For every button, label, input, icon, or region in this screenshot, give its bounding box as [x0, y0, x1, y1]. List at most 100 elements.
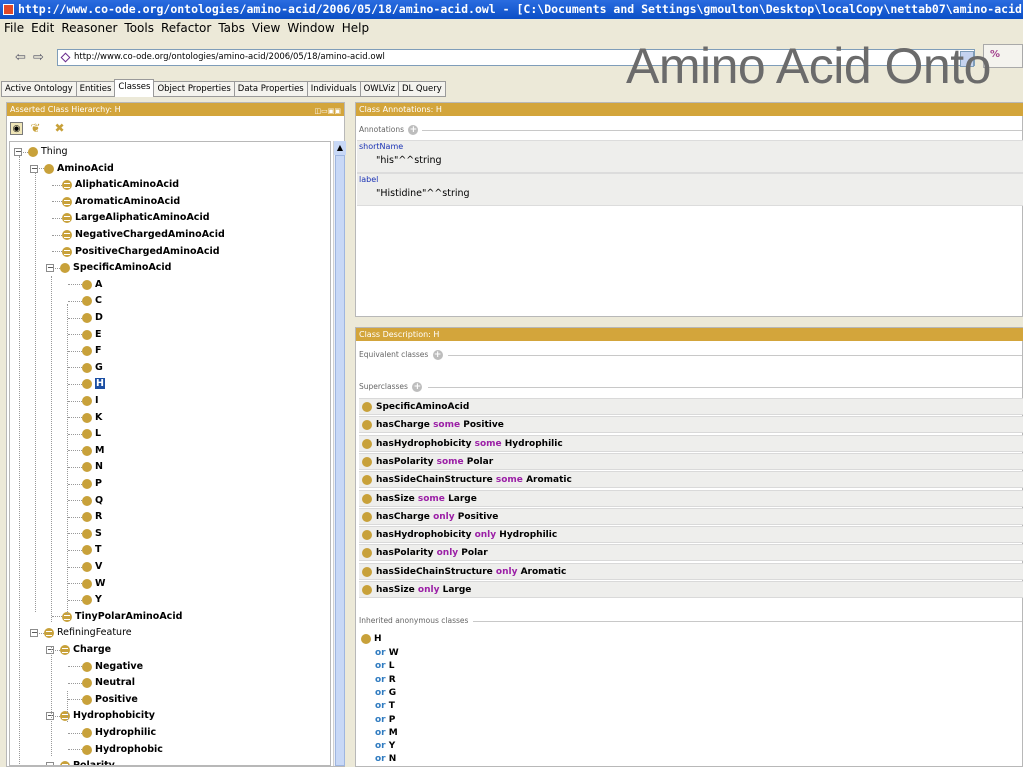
collapse-toggle-icon[interactable]: − — [46, 712, 54, 721]
or-keyword: or — [375, 648, 386, 658]
tree-guide-line — [35, 172, 36, 612]
forward-arrow-icon[interactable]: ⇨ — [33, 50, 44, 65]
tree-node-A[interactable]: A — [62, 277, 102, 293]
tree-node-label: PositiveChargedAminoAcid — [75, 245, 220, 257]
tree-node-label: S — [95, 527, 102, 539]
tree-node-label: H — [95, 378, 105, 390]
class-icon — [82, 379, 92, 390]
class-icon — [60, 263, 70, 274]
tab-owlviz[interactable]: OWLViz — [359, 81, 399, 97]
add-sibling-icon[interactable]: ❦ — [29, 122, 42, 135]
tree-node-W[interactable]: W — [62, 576, 105, 592]
menu-tools[interactable]: Tools — [120, 19, 157, 38]
annotation-item[interactable]: label "Histidine"^^string — [357, 173, 1023, 206]
tree-node-NegativeChargedAminoAcid[interactable]: NegativeChargedAminoAcid — [46, 227, 225, 243]
collapse-toggle-icon[interactable]: − — [46, 646, 54, 654]
tab-data-properties[interactable]: Data Properties — [233, 81, 308, 97]
tree-node-label: AminoAcid — [57, 162, 114, 174]
menu-view[interactable]: View — [248, 19, 283, 38]
tree-node-SpecificAminoAcid[interactable]: − SpecificAminoAcid — [46, 260, 171, 276]
add-superclass-icon[interactable]: + — [412, 382, 423, 392]
delete-class-icon[interactable]: ✖ — [53, 122, 66, 135]
inherited-class-head[interactable]: H — [361, 633, 382, 646]
tab-entities[interactable]: Entities — [75, 81, 116, 97]
tab-classes[interactable]: Classes — [114, 79, 155, 97]
back-arrow-icon[interactable]: ⇦ — [15, 50, 26, 65]
tree-node-Neutral[interactable]: Neutral — [62, 675, 135, 691]
superclass-row[interactable]: hasPolarity only Polar — [359, 544, 1023, 562]
class-icon — [62, 180, 72, 191]
class-icon — [60, 711, 70, 722]
tree-node-K[interactable]: K — [62, 410, 102, 426]
tree-node-AminoAcid[interactable]: − AminoAcid — [30, 161, 114, 177]
slide-overlay-title: Amino Acid Onto — [626, 38, 991, 94]
or-keyword: or — [375, 714, 386, 725]
tree-node-RefiningFeature[interactable]: − RefiningFeature — [30, 625, 132, 641]
tree-node-M[interactable]: M — [62, 443, 104, 459]
tree-node-Negative[interactable]: Negative — [62, 659, 143, 675]
collapse-toggle-icon[interactable]: − — [30, 164, 38, 173]
superclass-row[interactable]: SpecificAminoAcid — [359, 398, 1023, 415]
tree-node-G[interactable]: G — [62, 360, 103, 376]
tree-node-Hydrophobicity[interactable]: − Hydrophobicity — [46, 708, 155, 724]
scroll-up-icon[interactable]: ▲ — [334, 141, 346, 155]
tree-connector — [68, 284, 82, 286]
superclass-row[interactable]: hasSize only Large — [359, 581, 1023, 598]
tab-active-ontology[interactable]: Active Ontology — [1, 81, 77, 97]
tree-node-V[interactable]: V — [62, 559, 102, 575]
tab-individuals[interactable]: Individuals — [306, 81, 361, 97]
class-icon — [82, 429, 92, 440]
class-annotations-header: Class Annotations: H — [356, 103, 1023, 116]
tree-node-Polarity[interactable]: − Polarity — [46, 758, 115, 765]
menu-help[interactable]: Help — [338, 19, 372, 38]
tab-dl-query[interactable]: DL Query — [397, 81, 446, 97]
collapse-toggle-icon[interactable]: − — [14, 148, 22, 156]
menu-file[interactable]: File — [0, 19, 27, 38]
tree-node-Q[interactable]: Q — [62, 493, 103, 509]
tree-node-R[interactable]: R — [62, 509, 102, 525]
class-description-title: Class Description: H — [359, 330, 440, 339]
collapse-toggle-icon[interactable]: − — [30, 629, 38, 638]
menu-reasoner[interactable]: Reasoner — [57, 19, 120, 38]
class-icon — [28, 147, 38, 157]
superclass-row[interactable]: hasSize some Large — [359, 489, 1023, 507]
tree-node-Positive[interactable]: Positive — [62, 692, 138, 708]
menu-refactor[interactable]: Refactor — [157, 19, 214, 38]
or-class-name: L — [388, 661, 395, 672]
tree-node-Hydrophilic[interactable]: Hydrophilic — [62, 725, 156, 741]
tree-connector — [68, 367, 82, 369]
tree-node-AliphaticAminoAcid[interactable]: AliphaticAminoAcid — [46, 177, 179, 193]
collapse-toggle-icon[interactable]: − — [46, 762, 54, 765]
tree-node-PositiveChargedAminoAcid[interactable]: PositiveChargedAminoAcid — [46, 244, 220, 260]
superclass-row[interactable]: hasHydrophobicity only Hydrophilic — [359, 526, 1023, 544]
add-annotation-icon[interactable]: + — [408, 125, 419, 135]
menu-window[interactable]: Window — [283, 19, 337, 38]
scrollbar-thumb[interactable] — [335, 155, 345, 766]
tree-node-Charge[interactable]: − Charge — [46, 642, 111, 658]
tree-node-Hydrophobic[interactable]: Hydrophobic — [62, 742, 163, 758]
tree-node-AromaticAminoAcid[interactable]: AromaticAminoAcid — [46, 194, 180, 210]
tree-node-N[interactable]: N — [62, 459, 103, 475]
tree-scrollbar[interactable]: ▲ — [333, 141, 346, 766]
superclass-row[interactable]: hasCharge some Positive — [359, 416, 1023, 434]
restriction-keyword: some — [417, 493, 445, 504]
superclass-row[interactable]: hasCharge only Positive — [359, 507, 1023, 525]
menu-edit[interactable]: Edit — [27, 19, 57, 38]
collapse-toggle-icon[interactable]: − — [46, 264, 54, 273]
tree-node-Thing[interactable]: − Thing — [14, 144, 68, 160]
tree-node-H[interactable]: H — [62, 376, 105, 392]
tree-node-D[interactable]: D — [62, 310, 103, 326]
add-equivalent-icon[interactable]: + — [432, 350, 443, 360]
tab-object-properties[interactable]: Object Properties — [153, 81, 235, 97]
tree-node-LargeAliphaticAminoAcid[interactable]: LargeAliphaticAminoAcid — [46, 210, 210, 226]
tree-node-label: Negative — [95, 660, 144, 672]
add-subclass-icon[interactable]: ◉ — [10, 122, 23, 135]
annotation-item[interactable]: shortName "his"^^string — [357, 140, 1023, 173]
menu-tabs[interactable]: Tabs — [214, 19, 248, 38]
class-icon — [82, 545, 92, 556]
superclass-row[interactable]: hasSideChainStructure only Aromatic — [359, 562, 1023, 580]
superclass-row[interactable]: hasPolarity some Polar — [359, 452, 1023, 470]
superclass-row[interactable]: hasSideChainStructure some Aromatic — [359, 471, 1023, 489]
class-description-panel: Class Description: H Equivalent classes … — [355, 327, 1023, 767]
superclass-row[interactable]: hasHydrophobicity some Hydrophilic — [359, 434, 1023, 452]
